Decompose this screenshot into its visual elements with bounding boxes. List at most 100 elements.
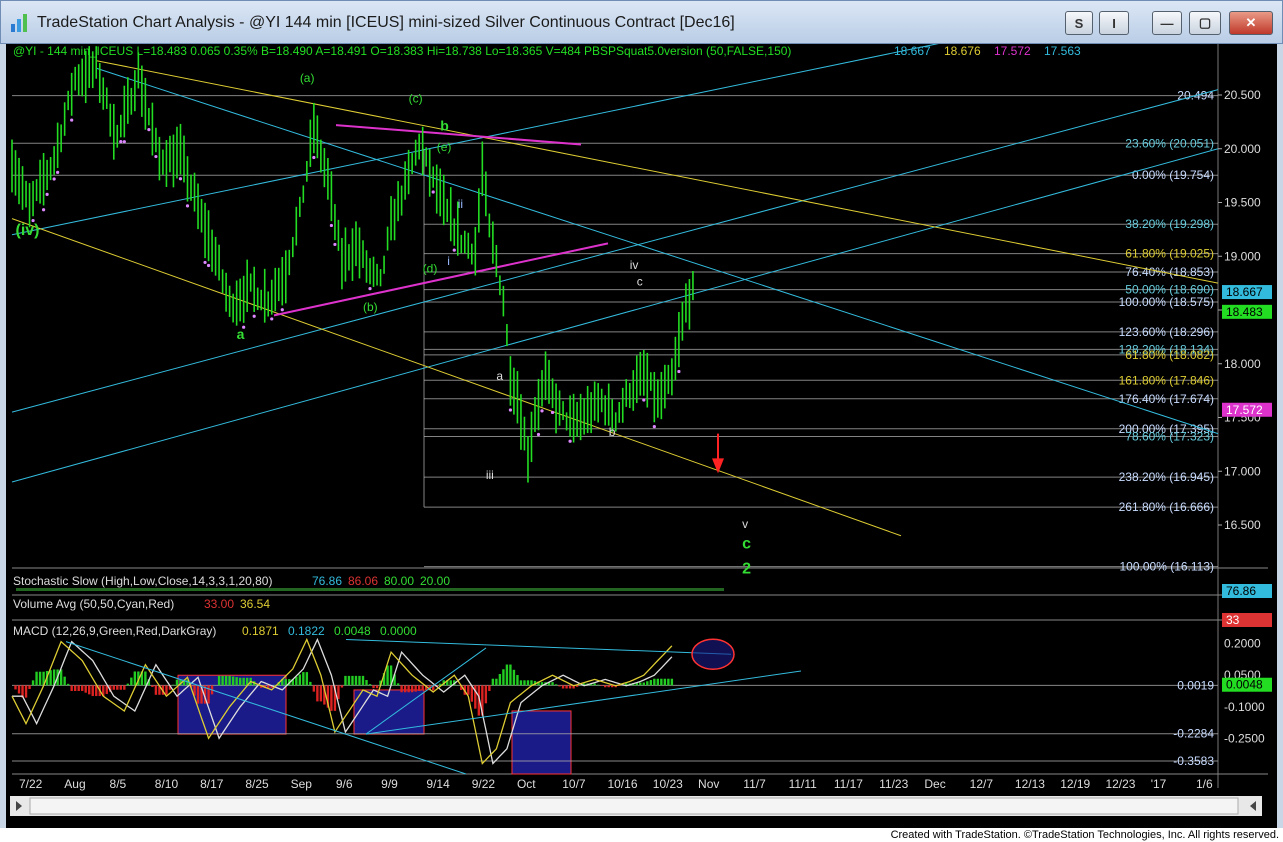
wave-label: a xyxy=(237,326,245,342)
price-tag: 17.572 xyxy=(1226,403,1263,417)
tradestation-app-icon xyxy=(11,14,27,32)
swing-dot xyxy=(119,140,123,144)
stochastic-value-1: 86.06 xyxy=(348,574,378,588)
y-tick-label: 16.500 xyxy=(1224,518,1261,532)
yellow-downtrend-lower xyxy=(11,218,902,537)
minimize-button[interactable]: — xyxy=(1152,11,1182,35)
x-tick-label: '17 xyxy=(1151,777,1167,791)
x-tick-label: Aug xyxy=(64,777,85,791)
swing-dot xyxy=(568,439,572,443)
x-tick-label: 11/11 xyxy=(789,777,818,791)
x-tick-label: 9/14 xyxy=(426,777,450,791)
volume-label: Volume Avg (50,50,Cyan,Red) xyxy=(13,597,174,611)
x-tick-label: 1/6 xyxy=(1196,777,1213,791)
swing-dot xyxy=(45,192,49,196)
y-tick-label: 17.000 xyxy=(1224,464,1261,478)
swing-dot xyxy=(333,242,337,247)
header-value-2: 17.572 xyxy=(994,44,1031,58)
swing-dot xyxy=(652,425,656,429)
swing-dot xyxy=(550,410,555,415)
x-tick-label: 12/7 xyxy=(970,777,994,791)
chart-frame: @YI - 144 min_ICEUS L=18.483 0.065 0.35%… xyxy=(0,44,1283,828)
wave-label: (a) xyxy=(300,71,315,85)
fib-label: 100.00% (18.575) xyxy=(1119,295,1214,309)
x-tick-label: Dec xyxy=(924,777,945,791)
fib-label: 38.20% (19.298) xyxy=(1125,217,1214,231)
swing-dot xyxy=(122,140,126,144)
macd-trendline xyxy=(365,670,802,735)
swing-dot xyxy=(270,317,274,321)
window-titlebar: TradeStation Chart Analysis - @YI 144 mi… xyxy=(0,0,1283,44)
swing-dot xyxy=(368,287,372,291)
footer: Created with TradeStation. ©TradeStation… xyxy=(0,828,1283,842)
stochastic-tag: 76.86 xyxy=(1226,584,1256,598)
macd-level-label: -0.2284 xyxy=(1173,727,1214,741)
wave-label: c xyxy=(742,536,751,553)
macd-highlight-box xyxy=(511,710,572,775)
footer-credit: Created with TradeStation. ©TradeStation… xyxy=(890,829,1279,841)
wave-label: ii xyxy=(458,197,463,211)
x-tick-label: 7/22 xyxy=(19,777,43,791)
macd-value-2: 0.0048 xyxy=(334,624,371,638)
swing-dot xyxy=(178,177,183,181)
wave-label: b xyxy=(440,117,449,133)
swing-dot xyxy=(540,409,544,413)
x-tick-label: 11/17 xyxy=(834,777,863,791)
x-tick-label: 8/5 xyxy=(110,777,127,791)
swing-dot xyxy=(431,190,435,194)
volume-tag: 33 xyxy=(1226,613,1240,627)
x-tick-label: 8/17 xyxy=(200,777,224,791)
macd-tag: 0.0048 xyxy=(1226,678,1263,692)
swing-dot xyxy=(280,308,284,312)
magenta-triangle-top xyxy=(335,124,582,146)
wave-label: v xyxy=(742,517,748,531)
wave-label: iv xyxy=(630,258,639,272)
swing-dot xyxy=(677,369,681,374)
swing-dot xyxy=(452,248,456,252)
macd-value-3: 0.0000 xyxy=(380,624,417,638)
chart-canvas[interactable]: @YI - 144 min_ICEUS L=18.483 0.065 0.35%… xyxy=(6,44,1277,828)
symbol-link-button[interactable]: S xyxy=(1065,11,1093,35)
fib-label: 61.80% (19.025) xyxy=(1125,247,1214,261)
swing-dot xyxy=(252,314,256,318)
fib-label: 161.80% (17.846) xyxy=(1119,373,1214,387)
macd-level-label: -0.3583 xyxy=(1173,754,1214,768)
cyan-channel-upper xyxy=(11,44,939,236)
macd-circle-highlight xyxy=(691,638,735,670)
y-tick-label: 18.000 xyxy=(1224,357,1261,371)
x-tick-label: 10/16 xyxy=(608,777,638,791)
scrollbar-thumb[interactable] xyxy=(29,797,1239,815)
macd-value-1: 0.1822 xyxy=(288,624,325,638)
macd-value-0: 0.1871 xyxy=(242,624,279,638)
stochastic-value-2: 80.00 xyxy=(384,574,414,588)
x-tick-label: Nov xyxy=(698,777,719,791)
header-value-3: 17.563 xyxy=(1044,44,1081,58)
wave-label: (c) xyxy=(409,92,423,106)
maximize-button[interactable]: ▢ xyxy=(1189,11,1221,35)
x-tick-label: 11/7 xyxy=(743,777,766,791)
stochastic-value-0: 76.86 xyxy=(312,574,342,588)
x-tick-label: Oct xyxy=(517,777,536,791)
swing-dot xyxy=(52,177,56,181)
volume-value-1: 36.54 xyxy=(240,597,270,611)
fib-label: 61.80% (18.082) xyxy=(1125,348,1214,362)
macd-tick-label: 0.2000 xyxy=(1224,637,1261,651)
volume-value-0: 33.00 xyxy=(204,597,234,611)
swing-dot xyxy=(70,118,74,122)
swing-dot xyxy=(642,398,646,402)
close-button[interactable]: ✕ xyxy=(1229,11,1273,35)
wave-label: 2 xyxy=(742,560,751,577)
swing-dot xyxy=(56,170,60,174)
swing-dot xyxy=(536,432,541,437)
x-tick-label: 10/23 xyxy=(653,777,683,791)
y-tick-label: 19.500 xyxy=(1224,196,1261,210)
wave-label: (iv) xyxy=(16,222,40,239)
fib-label: 238.20% (16.945) xyxy=(1119,470,1214,484)
macd-tick-label: -0.2500 xyxy=(1224,731,1265,745)
macd-trendline xyxy=(345,639,732,655)
interval-link-button[interactable]: I xyxy=(1099,11,1129,35)
swing-dot xyxy=(147,127,151,132)
window-title: TradeStation Chart Analysis - @YI 144 mi… xyxy=(37,14,735,31)
x-tick-label: 12/13 xyxy=(1015,777,1045,791)
price-tag: 18.667 xyxy=(1226,285,1263,299)
